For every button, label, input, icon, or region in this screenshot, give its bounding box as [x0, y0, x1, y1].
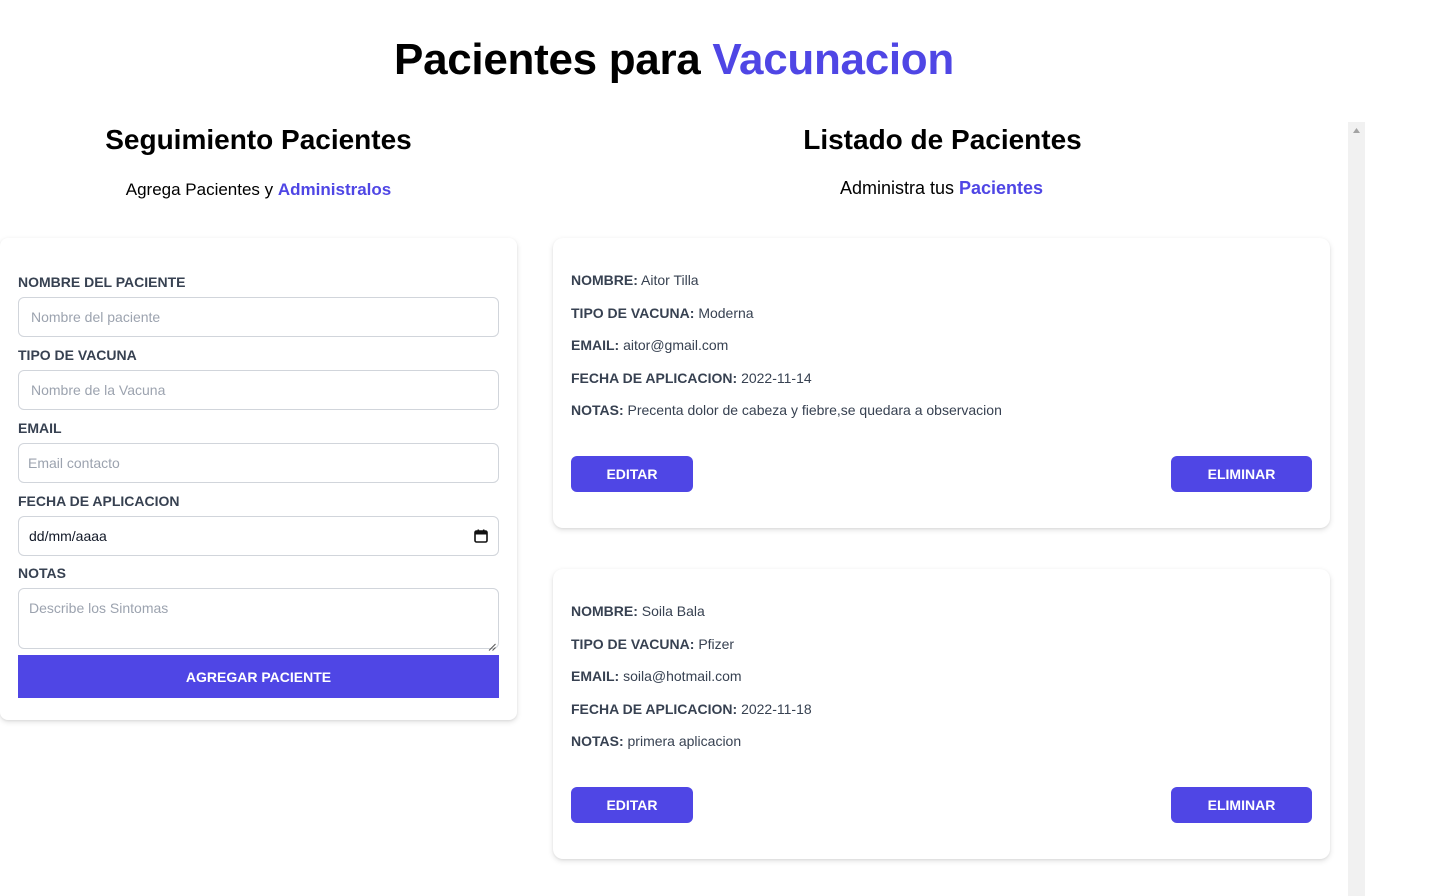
- patient-name-key: Nombre:: [571, 272, 638, 288]
- patient-vaccine-key: Tipo de vacuna:: [571, 635, 695, 652]
- patient-name-line: Nombre: Aitor Tilla: [571, 270, 1312, 290]
- vaccine-type-placeholder: Nombre de la Vacuna: [31, 382, 166, 398]
- patient-notes-value: Precenta dolor de cabeza y fiebre,se que…: [627, 402, 1002, 418]
- patient-notes-key: Notas:: [571, 733, 624, 749]
- patient-email-key: Email:: [571, 337, 620, 353]
- list-section-title: Listado de Pacientes: [803, 124, 1082, 155]
- email-label: Email: [18, 420, 62, 436]
- chevron-up-icon[interactable]: [1348, 122, 1365, 139]
- calendar-icon[interactable]: [474, 529, 488, 543]
- patient-name-input[interactable]: Nombre del paciente: [18, 297, 499, 337]
- patient-card-actions: Editar Eliminar: [571, 456, 1312, 492]
- form-section-subtitle: Agrega Pacientes y Administralos: [0, 178, 517, 202]
- patient-notes-key: Notas:: [571, 402, 624, 418]
- application-date-input[interactable]: dd/mm/aaaa: [18, 516, 499, 556]
- patient-email-value: aitor@gmail.com: [623, 337, 729, 353]
- add-patient-button[interactable]: Agregar Paciente: [18, 655, 499, 698]
- resize-grip-icon[interactable]: [488, 638, 496, 651]
- form-subtitle-text: Agrega Pacientes y: [125, 180, 274, 199]
- patient-vaccine-value: Pfizer: [698, 635, 735, 652]
- patient-email-line: Email: soila@hotmail.com: [571, 666, 1312, 686]
- list-subtitle-text: Administra tus: [839, 178, 954, 198]
- vaccine-type-label: Tipo de vacuna: [18, 347, 137, 363]
- patient-date-key: Fecha de aplicacion:: [571, 369, 738, 386]
- patient-vaccine-value: Moderna: [698, 304, 754, 321]
- application-date-label: Fecha de aplicacion: [18, 493, 180, 509]
- notes-placeholder: Describe los Sintomas: [29, 600, 169, 616]
- page-title-main: Pacientes para: [394, 35, 701, 84]
- form-subtitle-accent: Administralos: [277, 180, 392, 199]
- patient-name-line: Nombre: Soila Bala: [571, 601, 1312, 621]
- patient-date-line: Fecha de aplicacion: 2022-11-14: [571, 368, 1312, 388]
- patient-notes-line: Notas: Precenta dolor de cabeza y fiebre…: [571, 400, 1312, 420]
- list-scrollbar[interactable]: [1348, 122, 1365, 896]
- patient-name-value: Soila Bala: [641, 603, 705, 619]
- patient-vaccine-key: Tipo de vacuna:: [571, 304, 695, 321]
- patient-date-value: 2022-11-14: [741, 369, 812, 386]
- application-date-placeholder: dd/mm/aaaa: [29, 528, 107, 544]
- patient-list-section: Listado de Pacientes Administra tus Paci…: [535, 120, 1348, 896]
- notes-label: Notas: [18, 565, 66, 581]
- patient-email-key: Email:: [571, 668, 620, 684]
- delete-patient-button[interactable]: Eliminar: [1171, 787, 1312, 823]
- edit-patient-button[interactable]: Editar: [571, 787, 693, 823]
- patient-email-line: Email: aitor@gmail.com: [571, 335, 1312, 355]
- patient-name-placeholder: Nombre del paciente: [31, 309, 161, 325]
- patient-vaccine-line: Tipo de vacuna: Pfizer: [571, 634, 1312, 654]
- page-title-accent: Vacunacion: [712, 35, 954, 84]
- form-section-title: Seguimiento Pacientes: [105, 124, 412, 155]
- patient-card: Nombre: Aitor Tilla Tipo de vacuna: Mode…: [553, 238, 1330, 528]
- vaccine-type-input[interactable]: Nombre de la Vacuna: [18, 370, 499, 410]
- list-section-subtitle: Administra tus Pacientes: [535, 176, 1348, 200]
- email-placeholder: Email contacto: [28, 455, 120, 471]
- patient-date-value: 2022-11-18: [741, 700, 812, 717]
- page-title: Pacientes para Vacunacion: [0, 30, 1348, 90]
- patient-card-actions: Editar Eliminar: [571, 787, 1312, 823]
- patient-card: Nombre: Soila Bala Tipo de vacuna: Pfize…: [553, 569, 1330, 859]
- list-subtitle-accent: Pacientes: [959, 178, 1044, 198]
- patient-name-label: Nombre del paciente: [18, 274, 186, 290]
- patient-notes-line: Notas: primera aplicacion: [571, 731, 1312, 751]
- patient-date-key: Fecha de aplicacion:: [571, 700, 738, 717]
- patient-email-value: soila@hotmail.com: [623, 668, 742, 684]
- edit-patient-button[interactable]: Editar: [571, 456, 693, 492]
- patient-date-line: Fecha de aplicacion: 2022-11-18: [571, 699, 1312, 719]
- delete-patient-button[interactable]: Eliminar: [1171, 456, 1312, 492]
- patient-form: Nombre del paciente Nombre del paciente …: [0, 238, 517, 720]
- patient-name-key: Nombre:: [571, 603, 638, 619]
- patient-notes-value: primera aplicacion: [627, 733, 742, 749]
- email-input[interactable]: Email contacto: [18, 443, 499, 483]
- patient-name-value: Aitor Tilla: [641, 272, 699, 288]
- patient-form-section: Seguimiento Pacientes Agrega Pacientes y…: [0, 120, 517, 720]
- patient-vaccine-line: Tipo de vacuna: Moderna: [571, 303, 1312, 323]
- notes-textarea[interactable]: Describe los Sintomas: [18, 588, 499, 651]
